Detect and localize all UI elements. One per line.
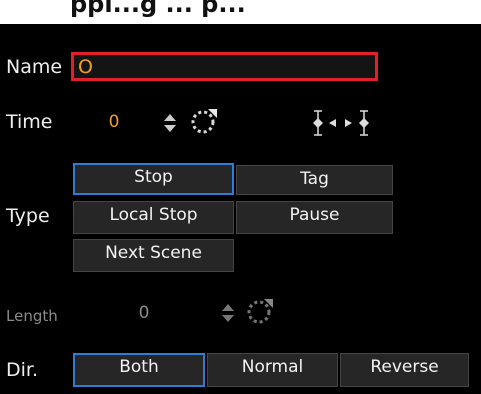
header-title-fragment: ppi...g ... p... [0,0,481,24]
keyframe-prev-icon[interactable] [312,108,342,138]
type-stop-button[interactable]: Stop [73,163,234,195]
type-tag-button[interactable]: Tag [236,165,393,195]
reset-circle-icon[interactable] [188,106,220,138]
time-value[interactable]: 0 [100,112,128,132]
direction-reverse-button[interactable]: Reverse [340,353,469,387]
length-spinner-icon[interactable] [218,298,238,328]
header-title: ppi...g ... p... [70,0,246,18]
length-reset-icon[interactable] [244,296,276,328]
length-value[interactable]: 0 [130,303,158,323]
name-input-value: O [78,56,93,78]
direction-normal-button[interactable]: Normal [207,353,338,387]
name-input[interactable]: O [71,52,378,81]
type-next-scene-button[interactable]: Next Scene [73,239,234,272]
direction-both-button[interactable]: Both [73,353,205,387]
time-label: Time [6,111,53,133]
direction-label: Dir. [6,359,39,381]
type-label: Type [6,205,50,227]
length-label: Length [6,307,58,325]
keyframe-next-icon[interactable] [342,108,372,138]
spinner-arrows-icon[interactable] [160,108,180,138]
type-pause-button[interactable]: Pause [236,201,393,234]
name-label: Name [6,56,63,78]
type-local-stop-button[interactable]: Local Stop [73,201,234,234]
